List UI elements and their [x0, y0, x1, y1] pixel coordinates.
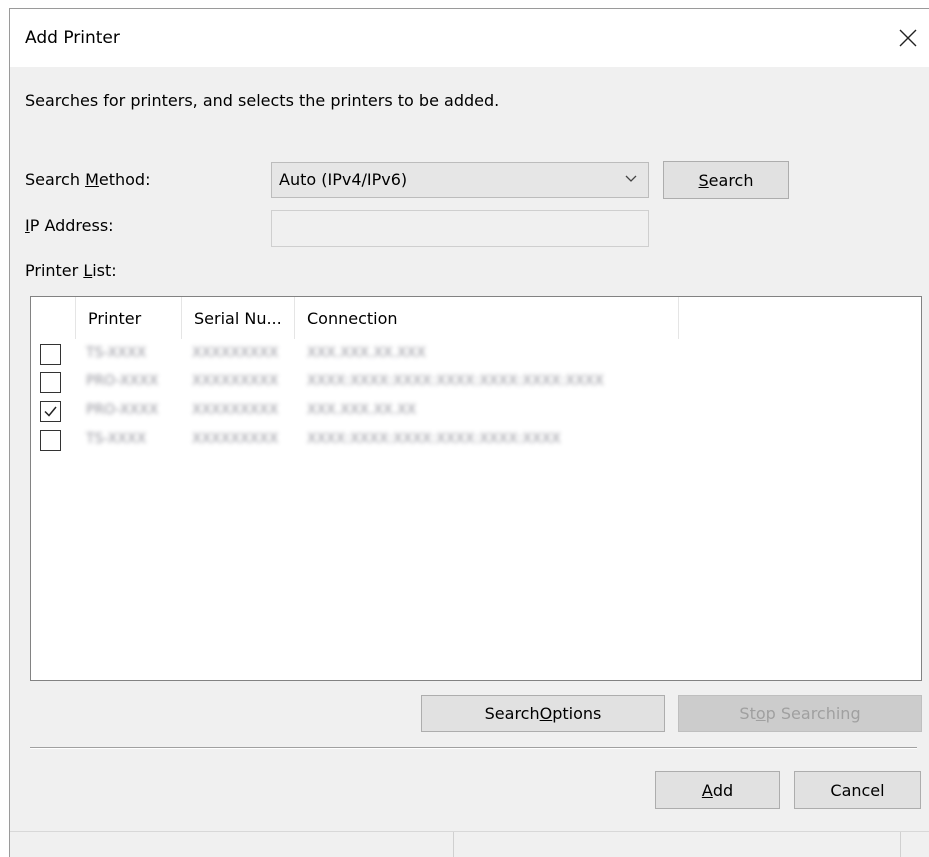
close-button[interactable] — [891, 21, 925, 55]
printer-name: PRO-XXXX — [86, 373, 159, 389]
search-method-label: Search Method: — [25, 170, 151, 189]
close-icon — [899, 29, 917, 47]
column-header-serial[interactable]: Serial Nu... — [182, 297, 295, 339]
printer-row[interactable]: TS-XXXX XXXXXXXXX XXXX:XXXX:XXXX:XXXX:XX… — [31, 426, 921, 455]
search-method-dropdown[interactable]: Auto (IPv4/IPv6) — [271, 162, 649, 198]
stop-searching-button[interactable]: St o p Searching — [678, 695, 922, 732]
divider — [30, 747, 917, 749]
search-button[interactable]: Search — [663, 161, 789, 199]
add-button[interactable]: Add — [655, 771, 780, 809]
chevron-down-icon — [625, 175, 637, 182]
dialog-description: Searches for printers, and selects the p… — [25, 91, 500, 110]
printer-list-label: Printer List: — [25, 261, 117, 280]
printer-connection: XXXX:XXXX:XXXX:XXXX:XXXX:XXXX — [307, 431, 561, 447]
status-bar — [10, 831, 929, 857]
dialog-title: Add Printer — [25, 28, 120, 48]
printer-serial: XXXXXXXXX — [192, 431, 279, 447]
search-options-button[interactable]: Search Options — [421, 695, 665, 732]
column-header-printer[interactable]: Printer — [76, 297, 182, 339]
dialog-body: Searches for printers, and selects the p… — [10, 67, 929, 857]
printer-checkbox[interactable] — [40, 344, 61, 365]
printer-row[interactable]: TS-XXXX XXXXXXXXX XXX.XXX.XX.XXX — [31, 340, 921, 369]
printer-name: TS-XXXX — [86, 345, 147, 361]
printer-connection: XXXX:XXXX:XXXX:XXXX:XXXX:XXXX:XXXX — [307, 373, 604, 389]
printer-row[interactable]: PRO-XXXX XXXXXXXXX XXXX:XXXX:XXXX:XXXX:X… — [31, 368, 921, 397]
check-icon — [44, 406, 57, 417]
cancel-button[interactable]: Cancel — [794, 771, 921, 809]
title-bar: Add Printer — [10, 9, 929, 67]
search-method-value: Auto (IPv4/IPv6) — [279, 170, 408, 189]
checkbox-column-header[interactable] — [31, 297, 76, 339]
printer-serial: XXXXXXXXX — [192, 373, 279, 389]
printer-serial: XXXXXXXXX — [192, 345, 279, 361]
printer-connection: XXX.XXX.XX.XXX — [307, 345, 426, 361]
printer-checkbox[interactable] — [40, 401, 61, 422]
printer-name: TS-XXXX — [86, 431, 147, 447]
printer-connection: XXX.XXX.XX.XX — [307, 402, 417, 418]
ip-address-field[interactable] — [271, 210, 649, 247]
add-printer-dialog: Add Printer Searches for printers, and s… — [9, 8, 929, 857]
printer-checkbox[interactable] — [40, 372, 61, 393]
column-header-connection[interactable]: Connection — [295, 297, 679, 339]
status-bar-divider — [900, 832, 901, 857]
status-bar-divider — [453, 832, 454, 857]
printer-serial: XXXXXXXXX — [192, 402, 279, 418]
printer-name: PRO-XXXX — [86, 402, 159, 418]
printer-list[interactable]: Printer Serial Nu... Connection TS-XXXX … — [30, 296, 922, 681]
ip-address-label: IP Address: — [25, 216, 114, 235]
printer-row[interactable]: PRO-XXXX XXXXXXXXX XXX.XXX.XX.XX — [31, 397, 921, 426]
printer-checkbox[interactable] — [40, 430, 61, 451]
printer-list-header: Printer Serial Nu... Connection — [31, 297, 921, 339]
